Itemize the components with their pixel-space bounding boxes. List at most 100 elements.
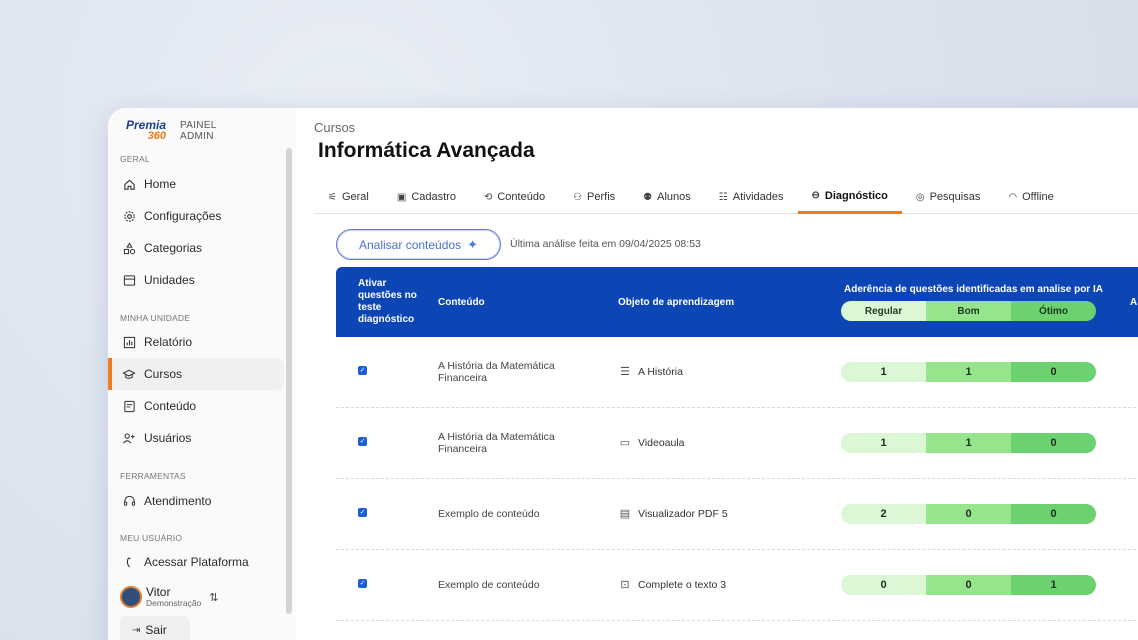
sidebar-item-relatorio[interactable]: Relatório <box>108 326 284 358</box>
tab-geral[interactable]: ⚟ Geral <box>314 180 383 214</box>
score-bar: 2 0 0 <box>841 504 1096 524</box>
logout-icon: ⇥ <box>132 624 141 636</box>
cell-conteudo: A História da Matemática Financeira <box>438 360 555 384</box>
tab-alunos[interactable]: ⚉ Alunos <box>629 180 705 214</box>
objeto-label: Videoaula <box>638 436 685 449</box>
tab-pesquisas[interactable]: ◎ Pesquisas <box>902 180 995 214</box>
user-profile[interactable]: Vitor Demonstração ⇅ <box>120 586 219 608</box>
logo-panel-label: PAINEL ADMIN <box>180 120 217 142</box>
sidebar-item-acessar-plataforma[interactable]: Acessar Plataforma <box>108 546 284 578</box>
categories-icon <box>122 241 136 255</box>
breadcrumb[interactable]: Cursos <box>314 120 355 135</box>
sidebar-item-label: Home <box>144 177 177 191</box>
tab-label: Diagnóstico <box>824 189 888 202</box>
launch-icon <box>122 555 136 569</box>
header-objeto: Objeto de aprendizagem <box>618 297 735 308</box>
row-checkbox[interactable]: ✓ <box>358 366 367 375</box>
sidebar-item-categorias[interactable]: Categorias <box>108 232 284 264</box>
table-header: Ativar questões no teste diagnóstico Con… <box>336 267 1138 337</box>
legend-bom: Bom <box>926 301 1011 321</box>
sidebar-item-label: Usuários <box>144 431 192 445</box>
tab-offline[interactable]: ◠ Offline <box>994 180 1067 214</box>
briefcase-icon: ▣ <box>396 191 407 203</box>
score-bar: 1 1 0 <box>841 362 1096 382</box>
tab-atividades[interactable]: ☷ Atividades <box>705 180 798 214</box>
headset-icon <box>122 494 136 508</box>
cell-conteudo: Exemplo de conteúdo <box>438 508 540 520</box>
swap-arrows-icon[interactable]: ⇅ <box>209 591 218 604</box>
score-legend: Regular Bom Ótimo <box>841 301 1096 321</box>
score-regular: 1 <box>841 433 926 453</box>
profile-icon: ⚇ <box>573 191 583 203</box>
row-checkbox[interactable]: ✓ <box>358 508 367 517</box>
row-checkbox[interactable]: ✓ <box>358 579 367 588</box>
score-regular: 0 <box>841 575 926 595</box>
section-ferramentas: FERRAMENTAS <box>120 471 186 481</box>
sidebar-item-label: Relatório <box>144 335 193 349</box>
tab-label: Perfis <box>587 191 616 203</box>
logout-button[interactable]: ⇥ Sair <box>120 616 190 640</box>
tab-label: Offline <box>1022 191 1054 203</box>
sidebar-item-conteudo[interactable]: Conteúdo <box>108 390 284 422</box>
header-extra: A <box>1130 297 1138 308</box>
content-icon: ⟲ <box>483 191 493 203</box>
table-row: ✓ A História da Matemática Financeira ☰ … <box>336 337 1138 408</box>
sidebar-item-label: Cursos <box>144 367 183 381</box>
cell-objeto: ▭ Videoaula <box>618 436 685 450</box>
tab-bar: ⚟ Geral ▣ Cadastro ⟲ Conteúdo ⚇ Perfis ⚉ Alun… <box>314 180 1138 214</box>
sidebar: Premia 360 PAINEL ADMIN GERAL Home Confi… <box>108 108 296 640</box>
header-aderencia: Aderência de questões identificadas em a… <box>844 284 1103 295</box>
tab-perfis[interactable]: ⚇ Perfis <box>559 180 629 214</box>
sidebar-item-home[interactable]: Home <box>108 168 284 200</box>
diagnostic-table: Ativar questões no teste diagnóstico Con… <box>336 267 1138 621</box>
pdf-viewer-icon: ▤ <box>619 508 631 520</box>
score-otimo: 0 <box>1011 362 1096 382</box>
score-bar: 1 1 0 <box>841 433 1096 453</box>
tab-label: Alunos <box>657 191 691 203</box>
cell-objeto: ▤ Visualizador PDF 5 <box>618 507 728 521</box>
cell-objeto: ☰ A História <box>618 365 683 379</box>
fill-text-icon: ⊡ <box>620 579 630 591</box>
logo-panel-line2: ADMIN <box>180 131 214 142</box>
sidebar-item-atendimento[interactable]: Atendimento <box>108 485 284 517</box>
user-name: Vitor <box>146 585 171 599</box>
sidebar-scrollbar[interactable] <box>286 148 292 614</box>
cell-conteudo: A História da Matemática Financeira <box>438 431 555 455</box>
tab-label: Atividades <box>732 191 784 203</box>
objeto-label: A História <box>638 365 683 378</box>
tab-label: Conteúdo <box>497 191 546 203</box>
tab-diagnostico[interactable]: ⊖ Diagnóstico <box>797 180 902 214</box>
user-add-icon <box>122 431 136 445</box>
section-geral: GERAL <box>120 154 150 164</box>
logo: Premia 360 PAINEL ADMIN <box>126 119 217 142</box>
score-otimo: 1 <box>1011 575 1096 595</box>
legend-regular: Regular <box>841 301 926 321</box>
sidebar-item-usuarios[interactable]: Usuários <box>108 422 284 454</box>
row-checkbox[interactable]: ✓ <box>358 437 367 446</box>
graduation-cap-icon <box>122 367 136 381</box>
app-window: Premia 360 PAINEL ADMIN GERAL Home Confi… <box>108 108 1138 640</box>
user-info: Vitor Demonstração <box>146 586 201 608</box>
objeto-label: Complete o texto 3 <box>638 578 727 591</box>
sidebar-item-label: Unidades <box>144 273 195 287</box>
logo-panel-line1: PAINEL <box>180 120 217 131</box>
last-analysis-text: Última análise feita em 09/04/2025 08:53 <box>510 238 701 250</box>
sidebar-item-cursos[interactable]: Cursos <box>108 358 284 390</box>
sliders-icon: ⚟ <box>328 191 337 203</box>
analyze-contents-button[interactable]: Analisar conteúdos ✦ <box>336 229 501 260</box>
score-regular: 1 <box>841 362 926 382</box>
sidebar-item-label: Configurações <box>144 209 222 223</box>
tab-conteudo[interactable]: ⟲ Conteúdo <box>470 180 559 214</box>
sidebar-item-label: Conteúdo <box>144 399 197 413</box>
chart-icon <box>122 335 136 349</box>
table-row: ✓ A História da Matemática Financeira ▭ … <box>336 408 1138 479</box>
diagnostic-icon: ⊖ <box>811 190 820 201</box>
document-icon <box>122 399 136 413</box>
cell-conteudo: Exemplo de conteúdo <box>438 579 540 591</box>
sidebar-item-unidades[interactable]: Unidades <box>108 264 284 296</box>
tab-label: Geral <box>341 191 369 203</box>
tab-cadastro[interactable]: ▣ Cadastro <box>383 180 470 214</box>
table-row: ✓ Exemplo de conteúdo ⊡ Complete o texto… <box>336 550 1138 621</box>
sidebar-item-configuracoes[interactable]: Configurações <box>108 200 284 232</box>
sidebar-item-label: Categorias <box>144 241 203 255</box>
